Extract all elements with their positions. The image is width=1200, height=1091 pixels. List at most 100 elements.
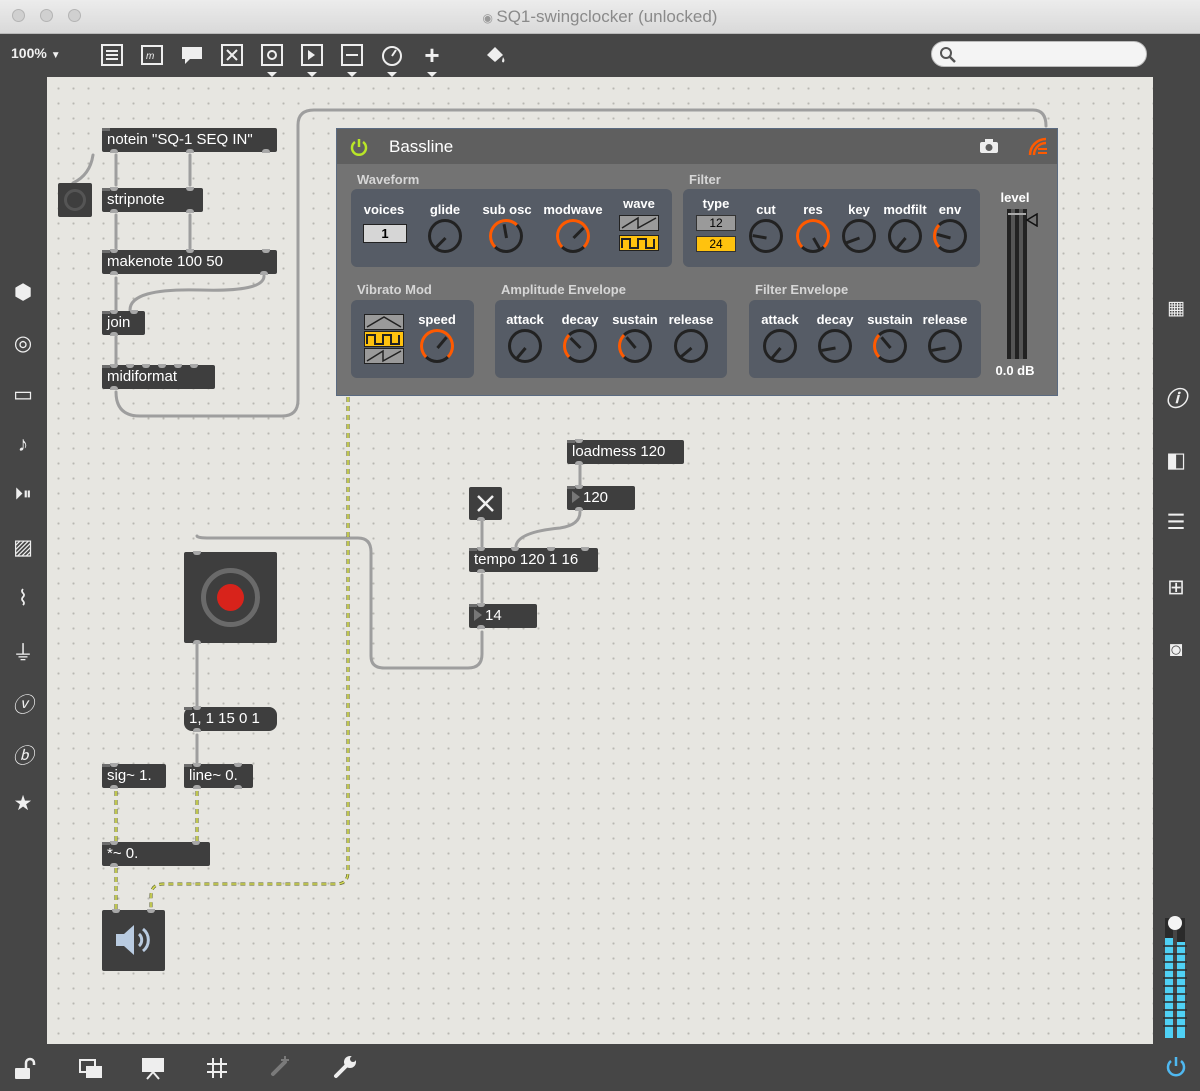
inlet[interactable] — [234, 763, 242, 767]
multiply-signal-object[interactable]: *~ 0. — [102, 841, 210, 867]
inlet[interactable] — [192, 841, 200, 845]
outlet[interactable] — [110, 149, 118, 153]
amp-sustain-knob[interactable] — [618, 329, 652, 363]
outlet[interactable] — [575, 461, 583, 465]
inlet[interactable] — [186, 187, 194, 191]
cut-knob[interactable] — [749, 219, 783, 253]
inlet[interactable] — [174, 364, 182, 368]
step-number-box[interactable]: 14 — [469, 603, 537, 629]
outlet[interactable] — [477, 569, 485, 573]
filter-release-knob[interactable] — [928, 329, 962, 363]
outlet[interactable] — [110, 785, 118, 789]
snapshot-menu-icon[interactable] — [1027, 136, 1049, 158]
outlet[interactable] — [110, 209, 118, 213]
loadmess-object[interactable]: loadmess 120 — [567, 439, 684, 465]
makenote-object[interactable]: makenote 100 50 — [102, 249, 277, 275]
res-knob[interactable] — [796, 219, 830, 253]
outlet[interactable] — [110, 271, 118, 275]
key-knob[interactable] — [842, 219, 876, 253]
modfilt-knob[interactable] — [888, 219, 922, 253]
outlet[interactable] — [260, 271, 268, 275]
inlet[interactable] — [581, 547, 589, 551]
vibrato-saw-button[interactable] — [364, 348, 404, 364]
toggle-object[interactable] — [469, 487, 502, 521]
ezdac-object[interactable] — [102, 909, 165, 971]
midiformat-object[interactable]: midiformat — [102, 364, 215, 390]
stripnote-object[interactable]: stripnote — [102, 187, 203, 213]
filter-type-12-button[interactable]: 12 — [696, 215, 736, 231]
voices-number[interactable]: 1 — [363, 224, 407, 243]
sub-osc-knob[interactable] — [489, 219, 523, 253]
outlet[interactable] — [186, 209, 194, 213]
grid-icon[interactable] — [205, 1056, 229, 1080]
outlet[interactable] — [193, 785, 201, 789]
inlet[interactable] — [477, 547, 485, 551]
inlet[interactable] — [110, 249, 118, 253]
level-slider-arrow-icon[interactable] — [1025, 213, 1039, 227]
bassline-bpatcher[interactable]: Bassline Waveform voices 1 glide sub osc… — [336, 128, 1058, 396]
outlet[interactable] — [110, 386, 118, 390]
inlet[interactable] — [193, 763, 201, 767]
amp-release-knob[interactable] — [674, 329, 708, 363]
outlet[interactable] — [186, 149, 194, 153]
presentation-mode-icon[interactable] — [140, 1055, 166, 1081]
outlet[interactable] — [193, 728, 201, 732]
inlet[interactable] — [193, 706, 201, 710]
outlet[interactable] — [477, 625, 485, 629]
inlet[interactable] — [110, 763, 118, 767]
toggle-object[interactable] — [58, 183, 92, 217]
inlet[interactable] — [511, 547, 519, 551]
tempo-object[interactable]: tempo 120 1 16 — [469, 547, 598, 573]
inlet[interactable] — [126, 364, 134, 368]
filter-attack-knob[interactable] — [763, 329, 797, 363]
inlet[interactable] — [112, 909, 120, 913]
message-box[interactable]: 1, 1 15 0 1 — [184, 706, 277, 732]
inlet[interactable] — [477, 603, 485, 607]
outlet[interactable] — [110, 863, 118, 867]
inlet[interactable] — [110, 310, 118, 314]
inlet[interactable] — [193, 551, 201, 555]
inlet[interactable] — [110, 841, 118, 845]
inlet[interactable] — [186, 249, 194, 253]
vibrato-square-button[interactable] — [364, 331, 404, 347]
inlet[interactable] — [262, 249, 270, 253]
tempo-number-box[interactable]: 120 — [567, 485, 635, 511]
outlet[interactable] — [110, 332, 118, 336]
inlet[interactable] — [130, 310, 138, 314]
filter-sustain-knob[interactable] — [873, 329, 907, 363]
outlet[interactable] — [193, 640, 201, 644]
record-button[interactable] — [184, 551, 277, 644]
join-object[interactable]: join — [102, 310, 145, 336]
env-knob[interactable] — [933, 219, 967, 253]
unlock-icon[interactable] — [12, 1057, 36, 1081]
amp-attack-knob[interactable] — [508, 329, 542, 363]
modwave-knob[interactable] — [556, 219, 590, 253]
inlet[interactable] — [575, 439, 583, 443]
inlet[interactable] — [190, 364, 198, 368]
glide-knob[interactable] — [428, 219, 462, 253]
outlet[interactable] — [575, 507, 583, 511]
wrench-icon[interactable] — [332, 1054, 358, 1080]
outlet[interactable] — [477, 517, 485, 521]
inlet[interactable] — [147, 909, 155, 913]
camera-icon[interactable] — [979, 138, 999, 154]
line-object[interactable]: line~ 0. — [184, 763, 253, 789]
wave-square-button[interactable] — [619, 235, 659, 251]
inlet[interactable] — [547, 547, 555, 551]
speed-knob[interactable] — [420, 329, 454, 363]
outlet[interactable] — [234, 785, 242, 789]
window-stack-icon[interactable] — [78, 1057, 104, 1081]
power-icon[interactable] — [349, 137, 369, 157]
inlet[interactable] — [142, 364, 150, 368]
vibrato-triangle-button[interactable] — [364, 314, 404, 330]
inlet[interactable] — [575, 485, 583, 489]
level-meter[interactable] — [1007, 209, 1027, 359]
notein-object[interactable]: notein "SQ-1 SEQ IN" — [102, 128, 277, 153]
sig-object[interactable]: sig~ 1. — [102, 763, 166, 789]
inlet[interactable] — [110, 187, 118, 191]
amp-decay-knob[interactable] — [563, 329, 597, 363]
outlet[interactable] — [262, 149, 270, 153]
filter-decay-knob[interactable] — [818, 329, 852, 363]
inlet[interactable] — [158, 364, 166, 368]
inlet[interactable] — [110, 364, 118, 368]
